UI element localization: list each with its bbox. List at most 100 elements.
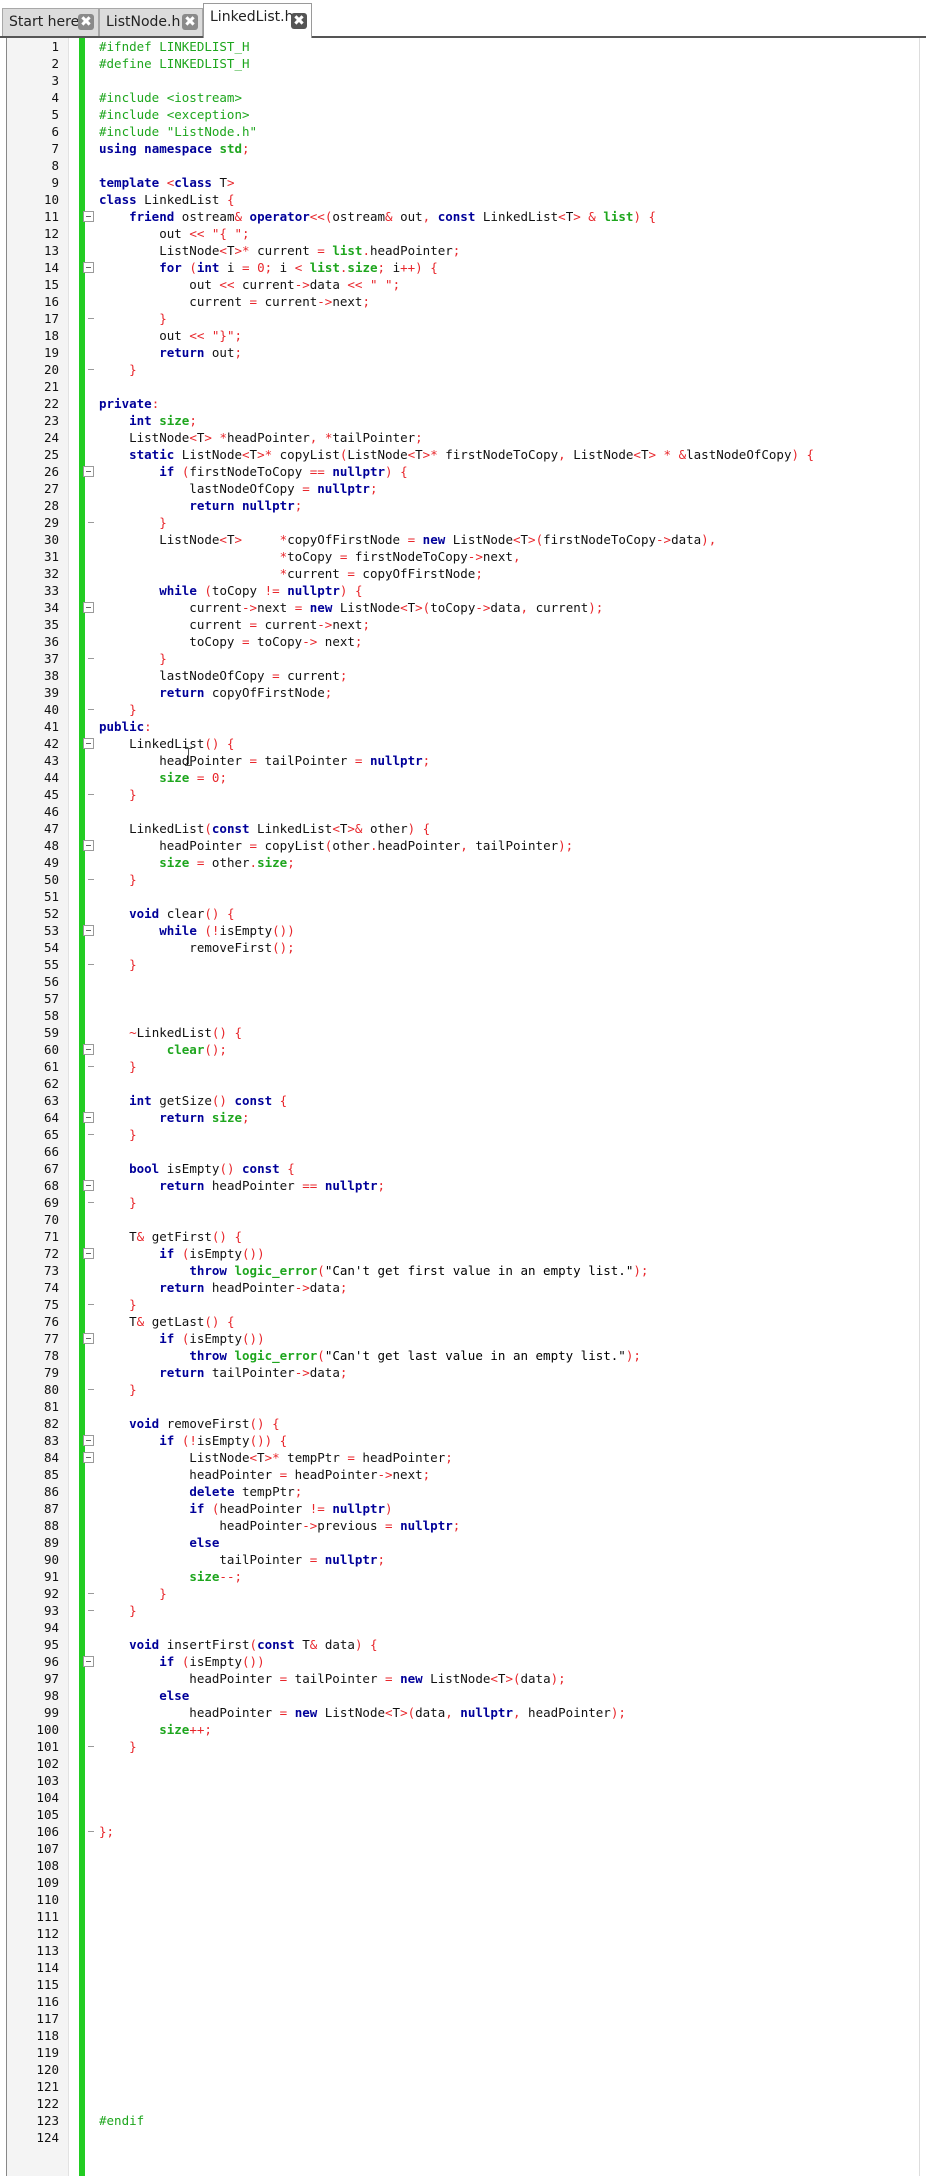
code-line[interactable]: 114 <box>7 1959 919 1976</box>
code-line[interactable]: 74 return headPointer->data; <box>7 1279 919 1296</box>
code-line[interactable]: 124 <box>7 2129 919 2146</box>
code-line[interactable]: 4 #include <iostream> <box>7 89 919 106</box>
fold-toggle-icon[interactable] <box>83 1333 94 1344</box>
fold-toggle-icon[interactable] <box>83 738 94 749</box>
code-line[interactable]: 65 } <box>7 1126 919 1143</box>
code-line[interactable]: 104 <box>7 1789 919 1806</box>
close-icon[interactable]: ✖ <box>182 14 198 30</box>
code-line[interactable]: 58 <box>7 1007 919 1024</box>
code-line[interactable]: 108 <box>7 1857 919 1874</box>
code-line[interactable]: 15 out << current->data << " "; <box>7 276 919 293</box>
code-line[interactable]: 71 T& getFirst() { <box>7 1228 919 1245</box>
code-line[interactable]: 101 } <box>7 1738 919 1755</box>
code-line[interactable]: 44 size = 0; <box>7 769 919 786</box>
code-line[interactable]: 59 ~LinkedList() { <box>7 1024 919 1041</box>
code-line[interactable]: 38 lastNodeOfCopy = current; <box>7 667 919 684</box>
code-line[interactable]: 113 <box>7 1942 919 1959</box>
code-line[interactable]: 81 <box>7 1398 919 1415</box>
code-line[interactable]: 29 } <box>7 514 919 531</box>
code-line[interactable]: 37 } <box>7 650 919 667</box>
code-line[interactable]: 117 <box>7 2010 919 2027</box>
code-line[interactable]: 79 return tailPointer->data; <box>7 1364 919 1381</box>
fold-toggle-icon[interactable] <box>83 840 94 851</box>
code-line[interactable]: 67 bool isEmpty() const { <box>7 1160 919 1177</box>
fold-toggle-icon[interactable] <box>83 211 94 222</box>
code-line[interactable]: 123 #endif <box>7 2112 919 2129</box>
code-line[interactable]: 87 if (headPointer != nullptr) <box>7 1500 919 1517</box>
fold-toggle-icon[interactable] <box>83 262 94 273</box>
code-line[interactable]: 1 #ifndef LINKEDLIST_H <box>7 38 919 55</box>
code-line[interactable]: 115 <box>7 1976 919 1993</box>
code-line[interactable]: 77 if (isEmpty()) <box>7 1330 919 1347</box>
code-line[interactable]: 2 #define LINKEDLIST_H <box>7 55 919 72</box>
code-line[interactable]: 120 <box>7 2061 919 2078</box>
code-line[interactable]: 56 <box>7 973 919 990</box>
code-line[interactable]: 61 } <box>7 1058 919 1075</box>
code-line[interactable]: 102 <box>7 1755 919 1772</box>
code-line[interactable]: 100 size++; <box>7 1721 919 1738</box>
code-line[interactable]: 43 headPointer = tailPointer = nullptr; <box>7 752 919 769</box>
code-line[interactable]: 70 <box>7 1211 919 1228</box>
code-line[interactable]: 33 while (toCopy != nullptr) { <box>7 582 919 599</box>
code-line[interactable]: 47 LinkedList(const LinkedList<T>& other… <box>7 820 919 837</box>
code-line[interactable]: 96 if (isEmpty()) <box>7 1653 919 1670</box>
tab-linkedlist-h[interactable]: LinkedList.h ✖ <box>203 3 312 38</box>
code-line[interactable]: 88 headPointer->previous = nullptr; <box>7 1517 919 1534</box>
fold-toggle-icon[interactable] <box>83 1180 94 1191</box>
code-line[interactable]: 41 public: <box>7 718 919 735</box>
code-line[interactable]: 8 <box>7 157 919 174</box>
code-line[interactable]: 20 } <box>7 361 919 378</box>
code-line[interactable]: 78 throw logic_error("Can't get last val… <box>7 1347 919 1364</box>
code-line[interactable]: 39 return copyOfFirstNode; <box>7 684 919 701</box>
code-line[interactable]: 36 toCopy = toCopy-> next; <box>7 633 919 650</box>
code-line[interactable]: 64 return size; <box>7 1109 919 1126</box>
fold-toggle-icon[interactable] <box>83 1435 94 1446</box>
code-line[interactable]: 34 current->next = new ListNode<T>(toCop… <box>7 599 919 616</box>
code-line[interactable]: 25 static ListNode<T>* copyList(ListNode… <box>7 446 919 463</box>
code-line[interactable]: 22 private: <box>7 395 919 412</box>
code-line[interactable]: 19 return out; <box>7 344 919 361</box>
code-line[interactable]: 31 *toCopy = firstNodeToCopy->next, <box>7 548 919 565</box>
code-line[interactable]: 63 int getSize() const { <box>7 1092 919 1109</box>
code-line[interactable]: 35 current = current->next; <box>7 616 919 633</box>
tab-start-here[interactable]: Start here ✖ <box>2 8 99 36</box>
code-line[interactable]: 98 else <box>7 1687 919 1704</box>
fold-toggle-icon[interactable] <box>83 602 94 613</box>
code-line[interactable]: 69 } <box>7 1194 919 1211</box>
code-line[interactable]: 112 <box>7 1925 919 1942</box>
code-line[interactable]: 24 ListNode<T> *headPointer, *tailPointe… <box>7 429 919 446</box>
code-line[interactable]: 121 <box>7 2078 919 2095</box>
code-line[interactable]: 60 clear(); <box>7 1041 919 1058</box>
code-line[interactable]: 76 T& getLast() { <box>7 1313 919 1330</box>
code-line[interactable]: 46 <box>7 803 919 820</box>
code-line[interactable]: 32 *current = copyOfFirstNode; <box>7 565 919 582</box>
code-line[interactable]: 84 ListNode<T>* tempPtr = headPointer; <box>7 1449 919 1466</box>
code-line[interactable]: 51 <box>7 888 919 905</box>
code-line[interactable]: 105 <box>7 1806 919 1823</box>
code-line[interactable]: 94 <box>7 1619 919 1636</box>
code-line[interactable]: 45 } <box>7 786 919 803</box>
code-line[interactable]: 18 out << "}"; <box>7 327 919 344</box>
code-line[interactable]: 54 removeFirst(); <box>7 939 919 956</box>
code-line[interactable]: 83 if (!isEmpty()) { <box>7 1432 919 1449</box>
fold-toggle-icon[interactable] <box>83 1248 94 1259</box>
close-icon[interactable]: ✖ <box>291 13 307 29</box>
code-line[interactable]: 95 void insertFirst(const T& data) { <box>7 1636 919 1653</box>
fold-toggle-icon[interactable] <box>83 1656 94 1667</box>
code-line[interactable]: 82 void removeFirst() { <box>7 1415 919 1432</box>
fold-toggle-icon[interactable] <box>83 1452 94 1463</box>
code-line[interactable]: 5 #include <exception> <box>7 106 919 123</box>
code-line[interactable]: 55 } <box>7 956 919 973</box>
fold-toggle-icon[interactable] <box>83 1112 94 1123</box>
code-line[interactable]: 9 template <class T> <box>7 174 919 191</box>
code-line[interactable]: 14 for (int i = 0; i < list.size; i++) { <box>7 259 919 276</box>
code-line[interactable]: 50 } <box>7 871 919 888</box>
code-line[interactable]: 68 return headPointer == nullptr; <box>7 1177 919 1194</box>
code-line[interactable]: 62 <box>7 1075 919 1092</box>
code-line[interactable]: 42 LinkedList() { <box>7 735 919 752</box>
tab-listnode-h[interactable]: ListNode.h ✖ <box>99 8 203 36</box>
code-line[interactable]: 23 int size; <box>7 412 919 429</box>
code-line[interactable]: 118 <box>7 2027 919 2044</box>
code-line[interactable]: 12 out << "{ "; <box>7 225 919 242</box>
code-line[interactable]: 103 <box>7 1772 919 1789</box>
